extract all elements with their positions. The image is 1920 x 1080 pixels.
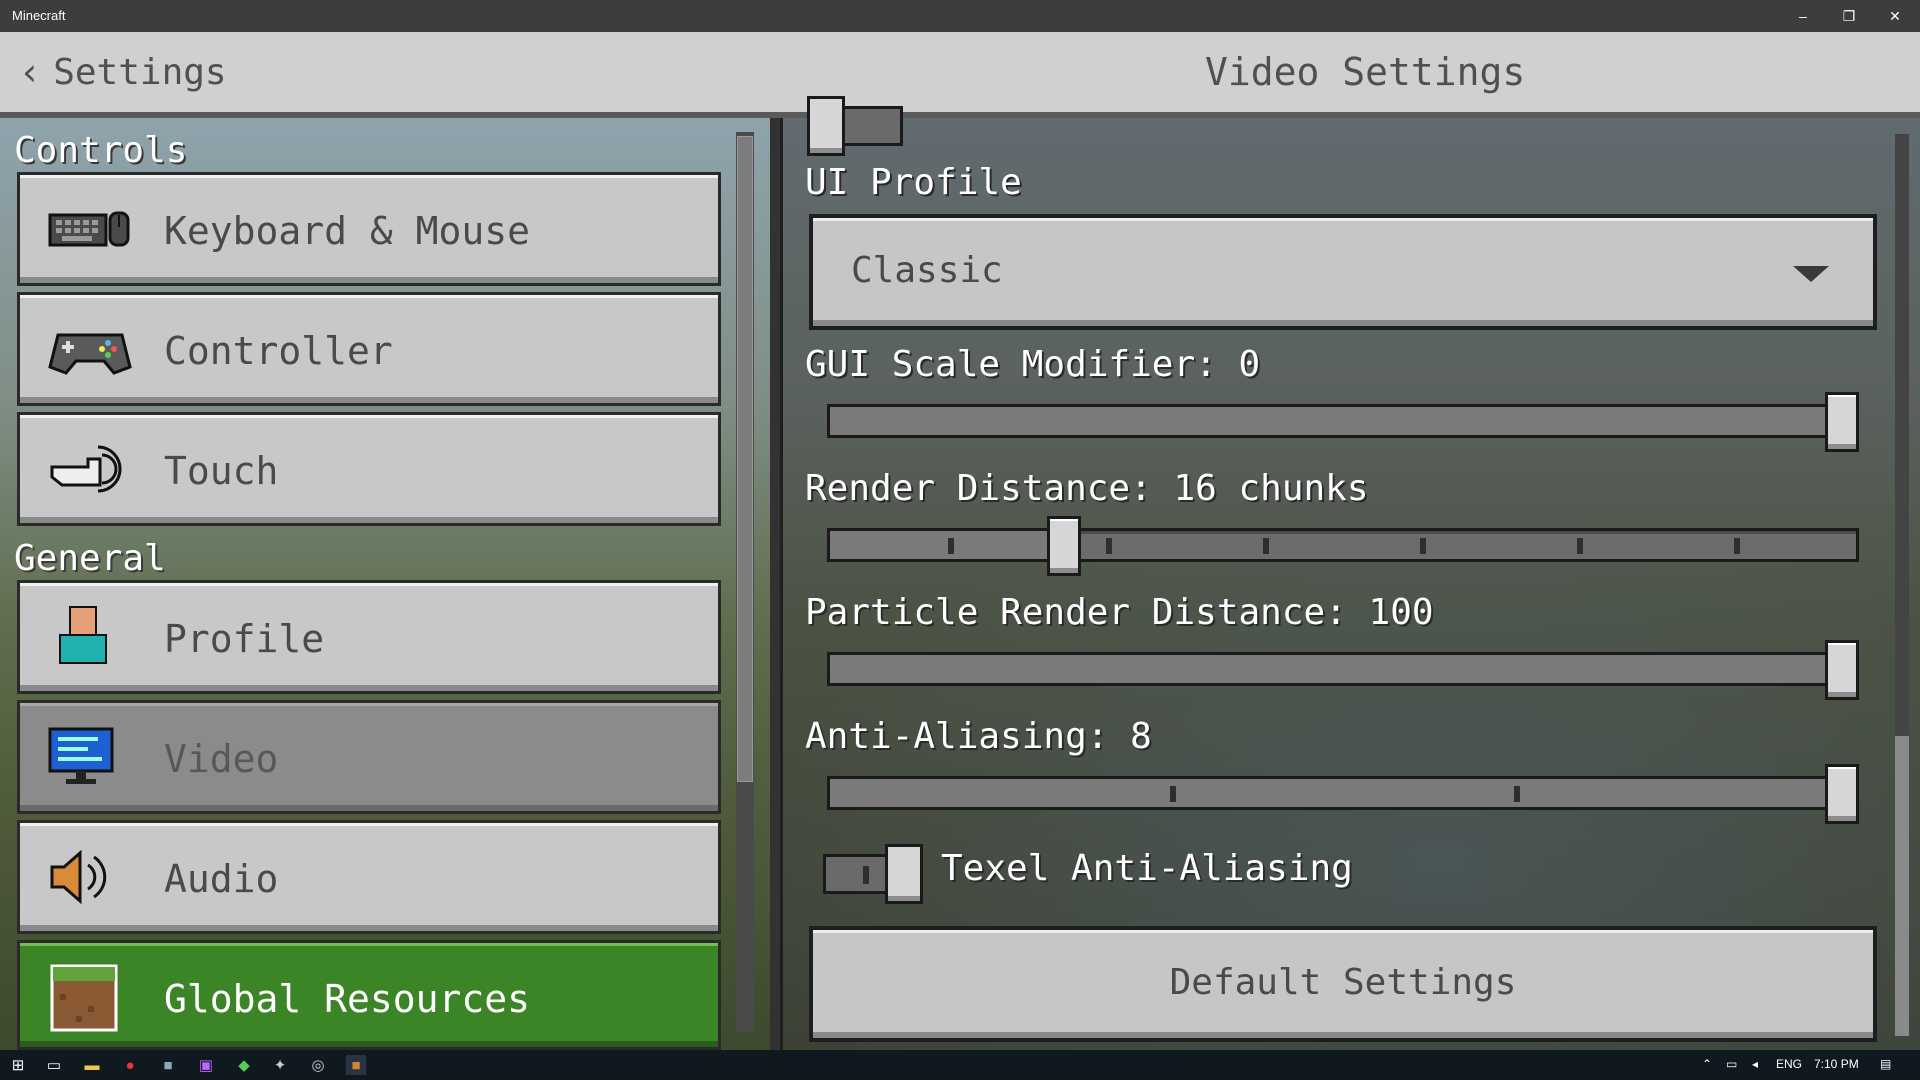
close-button[interactable]: ✕ [1872, 0, 1918, 32]
minimize-button[interactable]: – [1780, 0, 1826, 32]
sidebar-item-label: Touch [164, 449, 279, 493]
sidebar-item-global-resources[interactable]: Global Resources [17, 940, 721, 1050]
particle-render-slider[interactable] [827, 652, 1859, 686]
section-title-controls: Controls [14, 130, 188, 171]
restore-button[interactable]: ❐ [1826, 0, 1872, 32]
anti-aliasing-slider-thumb[interactable] [1825, 764, 1859, 824]
chevron-left-icon: ‹ [22, 50, 38, 94]
sidebar-item-label: Global Resources [164, 977, 531, 1021]
texel-anti-aliasing-toggle[interactable] [823, 844, 923, 904]
sidebar-item-controller[interactable]: Controller [17, 292, 721, 406]
clock[interactable]: 7:10 PM [1814, 1057, 1859, 1071]
app-icon[interactable]: ◎ [308, 1055, 328, 1075]
task-view-icon[interactable]: ▭ [44, 1055, 64, 1075]
gui-scale-label: GUI Scale Modifier: 0 [805, 344, 1261, 385]
settings-scrollbar-thumb[interactable] [1895, 736, 1909, 1036]
app-icon[interactable]: ■ [158, 1055, 178, 1075]
back-button[interactable]: ‹ Settings [22, 50, 227, 94]
sidebar-item-label: Keyboard & Mouse [164, 209, 531, 253]
sidebar-item-touch[interactable]: Touch [17, 412, 721, 526]
touch-icon [50, 445, 122, 493]
controller-icon [48, 333, 132, 375]
sidebar-item-profile[interactable]: Profile [17, 580, 721, 694]
section-title-general: General [14, 538, 166, 579]
particle-render-slider-thumb[interactable] [1825, 640, 1859, 700]
app-icon[interactable]: ✦ [270, 1055, 290, 1075]
anti-aliasing-label: Anti-Aliasing: 8 [805, 716, 1152, 757]
opera-browser-icon[interactable]: ● [120, 1055, 140, 1075]
render-distance-slider[interactable] [827, 528, 1859, 562]
ui-profile-value: Classic [851, 250, 1003, 291]
monitor-icon [48, 727, 114, 784]
dropdown-arrow-icon [1793, 266, 1829, 282]
tray-chevron-up-icon[interactable]: ⌃ [1702, 1057, 1712, 1071]
video-settings-panel: UI Profile Classic GUI Scale Modifier: 0… [780, 96, 1920, 1050]
file-explorer-icon[interactable]: ▬ [82, 1055, 102, 1075]
default-settings-button[interactable]: Default Settings [809, 926, 1877, 1042]
notifications-icon[interactable]: ▤ [1880, 1057, 1891, 1071]
panel-divider [770, 118, 780, 1050]
language-indicator[interactable]: ENG [1776, 1057, 1802, 1071]
minecraft-app-icon[interactable]: ■ [346, 1055, 366, 1075]
grass-block-icon [50, 964, 118, 1032]
page-title: Video Settings [1205, 50, 1526, 94]
ui-profile-dropdown[interactable]: Classic [809, 214, 1877, 330]
app-icon[interactable]: ▣ [196, 1055, 216, 1075]
sidebar-item-label: Video [164, 737, 279, 781]
volume-icon[interactable]: ◂ [1752, 1057, 1758, 1071]
ui-profile-label: UI Profile [805, 162, 1022, 203]
sidebar-scrollbar-thumb[interactable] [737, 136, 753, 782]
default-settings-label: Default Settings [1169, 962, 1517, 1003]
gui-scale-slider[interactable] [827, 404, 1859, 438]
sidebar-item-label: Audio [164, 857, 279, 901]
render-distance-label: Render Distance: 16 chunks [805, 468, 1369, 509]
fov-gameplay-toggle[interactable] [807, 96, 907, 156]
page-header: ‹ Settings Video Settings [0, 32, 1920, 118]
texel-anti-aliasing-label: Texel Anti-Aliasing [941, 848, 1353, 889]
keyboard-mouse-icon [48, 211, 130, 247]
taskbar: ⊞ ▭ ▬ ● ■ ▣ ◆ ✦ ◎ ■ ⌃ ▭ ◂ ENG 7:10 PM ▤ [0, 1050, 1920, 1080]
sidebar-item-label: Controller [164, 329, 393, 373]
sidebar-item-video[interactable]: Video [17, 700, 721, 814]
back-label: Settings [53, 51, 227, 93]
gui-scale-slider-thumb[interactable] [1825, 392, 1859, 452]
speaker-icon [50, 849, 107, 905]
sidebar-item-keyboard-mouse[interactable]: Keyboard & Mouse [17, 172, 721, 286]
window-title-bar: Minecraft – ❐ ✕ [0, 0, 1920, 32]
app-icon[interactable]: ◆ [234, 1055, 254, 1075]
anti-aliasing-slider[interactable] [827, 776, 1859, 810]
start-windows-icon[interactable]: ⊞ [8, 1055, 28, 1075]
network-icon[interactable]: ▭ [1726, 1057, 1737, 1071]
sidebar-item-audio[interactable]: Audio [17, 820, 721, 934]
window-title: Minecraft [12, 8, 66, 23]
settings-sidebar: Controls Keyboard & Mouse Controller Tou… [0, 118, 760, 1050]
render-distance-slider-thumb[interactable] [1046, 516, 1081, 576]
particle-render-label: Particle Render Distance: 100 [805, 592, 1434, 633]
profile-icon [59, 606, 107, 664]
sidebar-item-label: Profile [164, 617, 325, 661]
